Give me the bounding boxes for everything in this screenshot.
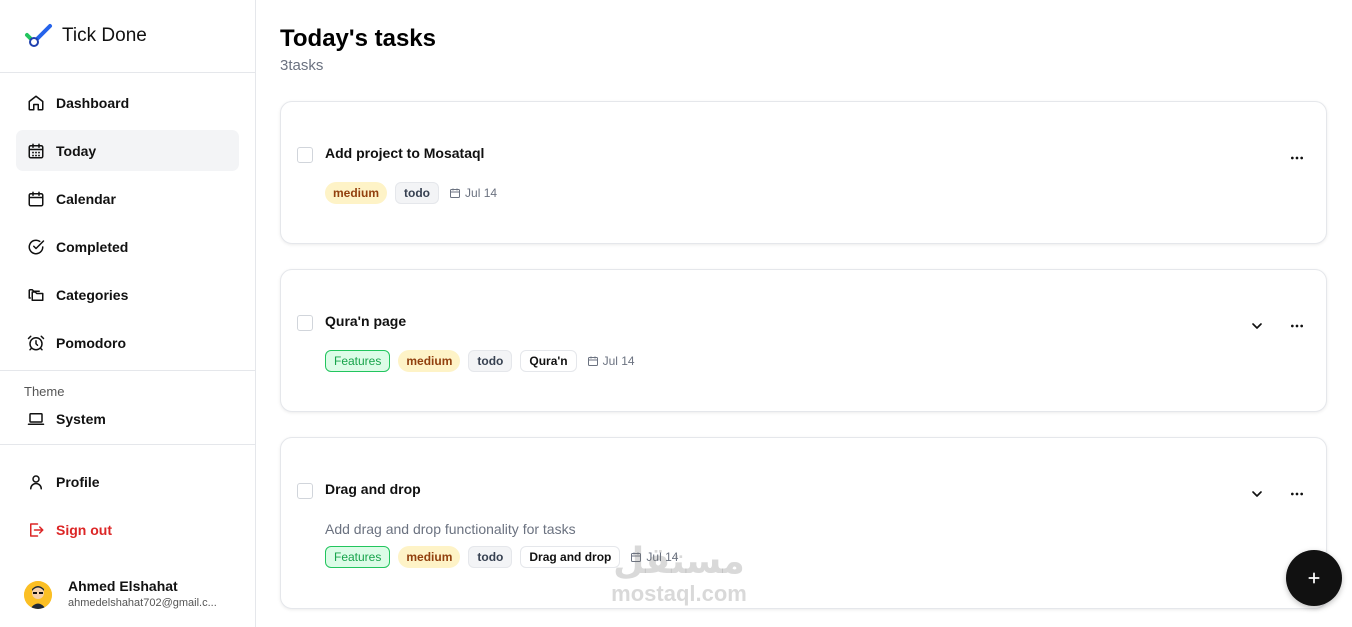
folders-icon bbox=[27, 286, 45, 304]
theme-label: Theme bbox=[24, 384, 65, 399]
sidebar: Tick Done Dashboard Today Calendar Compl… bbox=[0, 0, 256, 627]
task-checkbox[interactable] bbox=[297, 483, 313, 499]
theme-selector[interactable]: System bbox=[16, 404, 239, 434]
sidebar-item-label: Pomodoro bbox=[56, 334, 126, 351]
label-tag: Features bbox=[325, 546, 391, 568]
task-description: Add drag and drop functionality for task… bbox=[325, 521, 576, 537]
check-circle-icon bbox=[27, 238, 45, 256]
calendar-icon bbox=[450, 188, 461, 198]
sidebar-item-categories[interactable]: Categories bbox=[16, 274, 239, 315]
task-tags: Features medium todo Qura'n Jul 14 bbox=[325, 350, 635, 372]
task-card[interactable]: Drag and drop Add drag and drop function… bbox=[280, 437, 1327, 609]
task-card[interactable]: Add project to Mosataql medium todo Jul … bbox=[280, 101, 1327, 244]
due-date: Jul 14 bbox=[587, 354, 635, 368]
calendar-icon bbox=[27, 190, 45, 208]
app-name: Tick Done bbox=[62, 25, 147, 46]
task-actions bbox=[1248, 485, 1306, 503]
profile-label: Profile bbox=[56, 473, 100, 490]
more-horizontal-icon bbox=[1291, 156, 1303, 160]
more-options-button[interactable] bbox=[1288, 317, 1306, 335]
main-nav: Dashboard Today Calendar Completed Categ… bbox=[0, 73, 255, 363]
priority-tag: medium bbox=[398, 350, 461, 372]
brand[interactable]: Tick Done bbox=[0, 0, 255, 73]
category-tag: Drag and drop bbox=[520, 546, 621, 568]
sign-out-label: Sign out bbox=[56, 521, 112, 538]
log-out-icon bbox=[27, 521, 45, 539]
task-actions bbox=[1288, 149, 1306, 167]
more-horizontal-icon bbox=[1291, 492, 1303, 496]
due-date-text: Jul 14 bbox=[646, 550, 679, 564]
user-name: Ahmed Elshahat bbox=[68, 578, 178, 594]
laptop-icon bbox=[27, 410, 45, 428]
task-title: Qura'n page bbox=[325, 313, 407, 329]
task-checkbox[interactable] bbox=[297, 315, 313, 331]
sidebar-item-label: Calendar bbox=[56, 190, 116, 207]
sidebar-item-today[interactable]: Today bbox=[16, 130, 239, 171]
home-icon bbox=[27, 94, 45, 112]
due-date-text: Jul 14 bbox=[465, 186, 498, 200]
category-tag: Qura'n bbox=[520, 350, 577, 372]
avatar bbox=[24, 581, 52, 609]
priority-tag: medium bbox=[325, 182, 388, 204]
expand-button[interactable] bbox=[1248, 485, 1266, 503]
more-options-button[interactable] bbox=[1288, 485, 1306, 503]
chevron-down-icon bbox=[1252, 323, 1262, 329]
task-tags: medium todo Jul 14 bbox=[325, 182, 497, 204]
calendar-icon bbox=[631, 552, 642, 562]
status-tag: todo bbox=[468, 350, 513, 372]
due-date: Jul 14 bbox=[630, 550, 678, 564]
calendar-days-icon bbox=[27, 142, 45, 160]
account-section: Profile Sign out bbox=[0, 445, 255, 550]
label-tag: Features bbox=[325, 350, 391, 372]
sidebar-item-calendar[interactable]: Calendar bbox=[16, 178, 239, 219]
sign-out-button[interactable]: Sign out bbox=[16, 509, 239, 550]
task-count: 3tasks bbox=[280, 57, 324, 74]
sidebar-item-label: Dashboard bbox=[56, 94, 130, 111]
theme-section: Theme System bbox=[0, 371, 255, 444]
task-title: Add project to Mosataql bbox=[325, 145, 485, 161]
task-checkbox[interactable] bbox=[297, 147, 313, 163]
sidebar-item-label: Today bbox=[56, 142, 97, 159]
add-task-button[interactable] bbox=[1286, 550, 1342, 606]
sidebar-item-pomodoro[interactable]: Pomodoro bbox=[16, 322, 239, 363]
status-tag: todo bbox=[395, 182, 440, 204]
alarm-clock-icon bbox=[27, 334, 45, 352]
task-tags: Features medium todo Drag and drop Jul 1… bbox=[325, 546, 678, 568]
plus-icon bbox=[1308, 572, 1320, 584]
sidebar-item-completed[interactable]: Completed bbox=[16, 226, 239, 267]
more-options-button[interactable] bbox=[1288, 149, 1306, 167]
avatar-illustration-icon bbox=[24, 581, 52, 609]
user-email: ahmedelshahat702@gmail.c... bbox=[68, 597, 217, 609]
user-card[interactable]: Ahmed Elshahat ahmedelshahat702@gmail.c.… bbox=[24, 578, 244, 612]
due-date-text: Jul 14 bbox=[602, 354, 635, 368]
sidebar-item-label: Categories bbox=[56, 286, 129, 303]
more-horizontal-icon bbox=[1291, 324, 1303, 328]
user-icon bbox=[27, 473, 45, 491]
main-content: Today's tasks 3tasks Add project to Mosa… bbox=[256, 0, 1352, 627]
priority-tag: medium bbox=[398, 546, 461, 568]
task-card[interactable]: Qura'n page Features medium todo Qura'n … bbox=[280, 269, 1327, 412]
theme-value: System bbox=[56, 411, 106, 427]
sidebar-item-dashboard[interactable]: Dashboard bbox=[16, 82, 239, 123]
sidebar-item-label: Completed bbox=[56, 238, 129, 255]
profile-link[interactable]: Profile bbox=[16, 461, 239, 502]
tick-done-logo-icon bbox=[25, 24, 52, 47]
task-actions bbox=[1248, 317, 1306, 335]
due-date: Jul 14 bbox=[449, 186, 497, 200]
expand-button[interactable] bbox=[1248, 317, 1266, 335]
page-title: Today's tasks bbox=[280, 25, 436, 52]
chevron-down-icon bbox=[1252, 491, 1262, 497]
status-tag: todo bbox=[468, 546, 513, 568]
task-title: Drag and drop bbox=[325, 481, 421, 497]
calendar-icon bbox=[587, 356, 598, 366]
